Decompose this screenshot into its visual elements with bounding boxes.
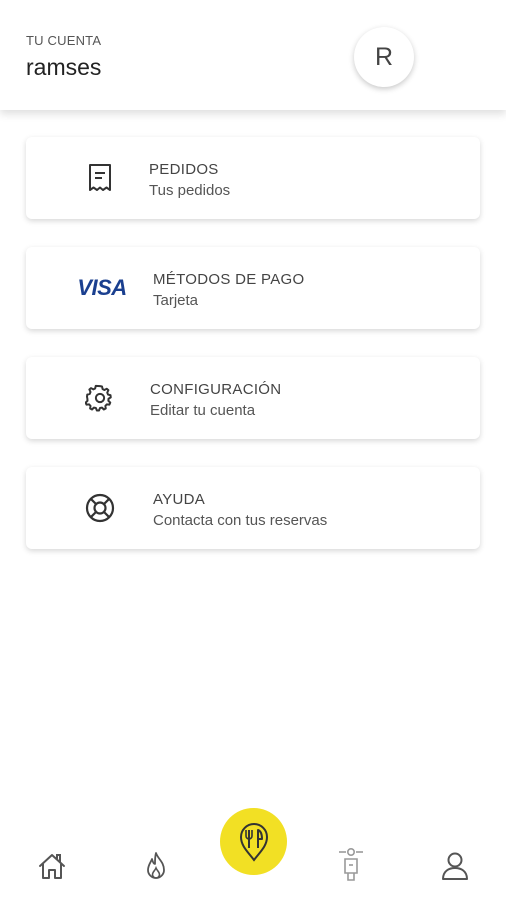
account-header: TU CUENTA ramses R bbox=[0, 0, 506, 110]
help-title: AYUDA bbox=[153, 491, 206, 508]
orders-title: PEDIDOS bbox=[149, 161, 219, 178]
orders-subtitle: Tus pedidos bbox=[149, 182, 231, 199]
delivery-icon[interactable] bbox=[334, 846, 368, 884]
user-icon[interactable] bbox=[439, 850, 471, 882]
visa-logo-text: VISA bbox=[77, 275, 127, 300]
bottom-nav bbox=[0, 800, 506, 900]
settings-subtitle: Editar tu cuenta bbox=[150, 402, 256, 419]
orders-card[interactable]: PEDIDOS Tus pedidos bbox=[26, 137, 480, 219]
lifebuoy-icon bbox=[82, 467, 118, 549]
avatar[interactable]: R bbox=[354, 27, 414, 87]
payment-methods-card[interactable]: VISA MÉTODOS DE PAGO Tarjeta bbox=[26, 247, 480, 329]
visa-logo: VISA bbox=[72, 247, 132, 329]
account-label: TU CUENTA bbox=[26, 33, 102, 48]
receipt-icon bbox=[82, 137, 118, 219]
help-card[interactable]: AYUDA Contacta con tus reservas bbox=[26, 467, 480, 549]
flame-icon[interactable] bbox=[141, 850, 171, 882]
restaurant-pin-button[interactable] bbox=[220, 808, 287, 875]
restaurant-pin-icon bbox=[239, 822, 268, 862]
settings-card[interactable]: CONFIGURACIÓN Editar tu cuenta bbox=[26, 357, 480, 439]
home-icon[interactable] bbox=[36, 850, 68, 882]
payment-subtitle: Tarjeta bbox=[153, 292, 199, 309]
payment-title: MÉTODOS DE PAGO bbox=[153, 271, 305, 288]
settings-title: CONFIGURACIÓN bbox=[150, 381, 282, 398]
username: ramses bbox=[26, 54, 102, 80]
avatar-letter: R bbox=[374, 42, 394, 71]
help-subtitle: Contacta con tus reservas bbox=[153, 512, 328, 529]
gear-icon bbox=[82, 357, 118, 439]
